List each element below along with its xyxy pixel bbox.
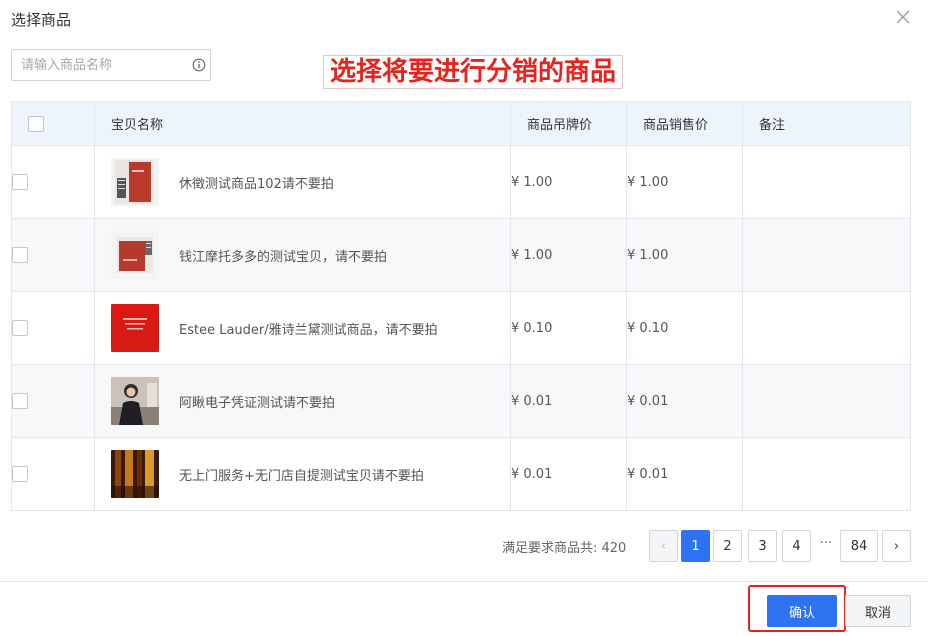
sale-price-cell: ¥ 1.00 — [626, 145, 743, 219]
product-name-cell: 休徵测试商品102请不要拍 — [94, 145, 511, 219]
sale-price-cell: ¥ 0.01 — [626, 364, 743, 438]
close-button[interactable] — [892, 6, 914, 28]
pagination-ellipsis[interactable]: ··· — [816, 530, 836, 558]
search-input[interactable] — [12, 50, 182, 80]
product-name-cell: Estee Lauder/雅诗兰黛测试商品，请不要拍 — [94, 291, 511, 365]
cancel-button[interactable]: 取消 — [845, 595, 911, 627]
table-row[interactable]: 无上门服务+无门店自提测试宝贝请不要拍 ¥ 0.01 ¥ 0.01 — [11, 437, 911, 511]
header-check-cell — [11, 101, 95, 146]
tag-price-cell: ¥ 0.01 — [510, 437, 627, 511]
pagination-page-2[interactable]: 2 — [713, 530, 742, 562]
info-icon[interactable] — [192, 58, 206, 72]
column-header-tag-price: 商品吊牌价 — [510, 101, 627, 146]
tag-price-cell: ¥ 1.00 — [510, 218, 627, 292]
table-row[interactable]: 钱江摩托多多的测试宝贝，请不要拍 ¥ 1.00 ¥ 1.00 — [11, 218, 911, 292]
column-header-sale-price: 商品销售价 — [626, 101, 743, 146]
search-box — [11, 49, 211, 81]
row-checkbox[interactable] — [12, 174, 28, 190]
tag-price-cell: ¥ 0.01 — [510, 364, 627, 438]
product-thumbnail — [111, 377, 159, 425]
pagination-page-4[interactable]: 4 — [782, 530, 811, 562]
pagination-prev-button[interactable]: ‹ — [649, 530, 678, 562]
footer-divider — [0, 581, 928, 582]
close-icon — [896, 10, 910, 24]
product-name: 无上门服务+无门店自提测试宝贝请不要拍 — [179, 468, 424, 484]
pagination-total: 满足要求商品共: 420 — [502, 541, 627, 556]
product-name: 钱江摩托多多的测试宝贝，请不要拍 — [179, 249, 388, 265]
row-checkbox[interactable] — [12, 247, 28, 263]
row-check-cell — [11, 364, 95, 438]
product-thumbnail — [111, 231, 159, 279]
product-thumbnail — [111, 158, 159, 206]
row-check-cell — [11, 218, 95, 292]
column-header-note: 备注 — [742, 101, 911, 146]
table-row[interactable]: 阿瞅电子凭证测试请不要拍 ¥ 0.01 ¥ 0.01 — [11, 364, 911, 438]
column-header-name: 宝贝名称 — [94, 101, 511, 146]
row-check-cell — [11, 437, 95, 511]
sale-price-cell: ¥ 1.00 — [626, 218, 743, 292]
sale-price-cell: ¥ 0.10 — [626, 291, 743, 365]
confirm-button[interactable]: 确认 — [767, 595, 837, 627]
product-name: Estee Lauder/雅诗兰黛测试商品，请不要拍 — [179, 322, 438, 338]
product-name-cell: 阿瞅电子凭证测试请不要拍 — [94, 364, 511, 438]
select-all-checkbox[interactable] — [28, 115, 44, 132]
pagination-page-1[interactable]: 1 — [681, 530, 710, 562]
product-name: 阿瞅电子凭证测试请不要拍 — [179, 395, 336, 411]
note-cell — [742, 437, 911, 511]
pagination-page-3[interactable]: 3 — [748, 530, 777, 562]
product-thumbnail — [111, 450, 159, 498]
pagination-page-last[interactable]: 84 — [840, 530, 878, 562]
annotation-banner: 选择将要进行分销的商品 — [323, 55, 624, 89]
row-check-cell — [11, 291, 95, 365]
sale-price-cell: ¥ 0.01 — [626, 437, 743, 511]
goods-table: 宝贝名称 商品吊牌价 商品销售价 备注 休徵测试商品102请不要拍 ¥ 1.00… — [11, 101, 911, 511]
pagination-next-button[interactable]: › — [882, 530, 911, 562]
product-name-cell: 无上门服务+无门店自提测试宝贝请不要拍 — [94, 437, 511, 511]
note-cell — [742, 145, 911, 219]
product-name-cell: 钱江摩托多多的测试宝贝，请不要拍 — [94, 218, 511, 292]
table-row[interactable]: 休徵测试商品102请不要拍 ¥ 1.00 ¥ 1.00 — [11, 145, 911, 219]
row-checkbox[interactable] — [12, 393, 28, 409]
table-row[interactable]: Estee Lauder/雅诗兰黛测试商品，请不要拍 ¥ 0.10 ¥ 0.10 — [11, 291, 911, 365]
table-header-row: 宝贝名称 商品吊牌价 商品销售价 备注 — [11, 101, 911, 146]
note-cell — [742, 364, 911, 438]
row-checkbox[interactable] — [12, 466, 28, 482]
tag-price-cell: ¥ 0.10 — [510, 291, 627, 365]
dialog-title: 选择商品 — [11, 11, 72, 29]
row-check-cell — [11, 145, 95, 219]
product-thumbnail — [111, 304, 159, 352]
note-cell — [742, 218, 911, 292]
note-cell — [742, 291, 911, 365]
product-name: 休徵测试商品102请不要拍 — [179, 176, 334, 192]
row-checkbox[interactable] — [12, 320, 28, 336]
tag-price-cell: ¥ 1.00 — [510, 145, 627, 219]
